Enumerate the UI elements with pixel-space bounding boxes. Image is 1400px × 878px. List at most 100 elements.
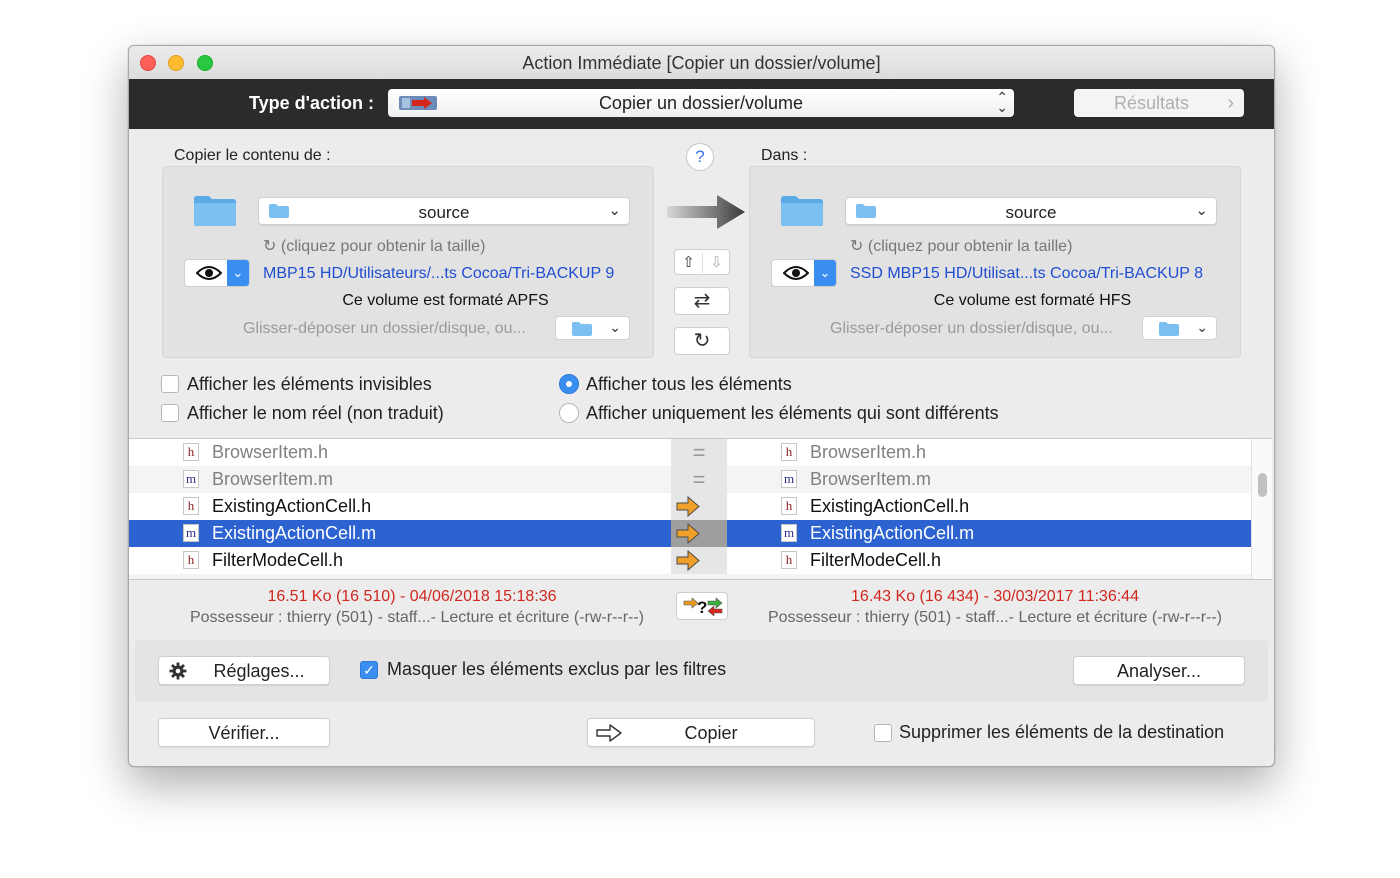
table-row[interactable] — [129, 574, 1251, 579]
destination-panel[interactable]: source ⌄ ↻ (cliquez pour obtenir la tail… — [749, 166, 1241, 358]
chevron-down-icon: ⌄ — [814, 260, 836, 286]
gear-icon — [169, 662, 187, 680]
file-type-icon: m — [183, 524, 199, 542]
destination-folder-popup[interactable]: source ⌄ — [845, 197, 1217, 225]
eye-icon — [783, 266, 809, 280]
copy-arrow-icon — [676, 523, 700, 544]
destination-reveal-button[interactable]: ⌄ — [771, 259, 837, 287]
destination-file-name: ExistingActionCell.h — [810, 496, 970, 516]
settings-label: Réglages... — [213, 661, 305, 681]
show-different-label: Afficher uniquement les éléments qui son… — [586, 403, 999, 423]
refresh-icon: ↻ — [850, 238, 864, 255]
file-type-icon: h — [781, 443, 797, 461]
hide-excluded-label: Masquer les éléments exclus par les filt… — [387, 659, 727, 679]
folder-icon — [194, 196, 236, 226]
source-heading: Copier le contenu de : — [174, 147, 331, 164]
show-all-label: Afficher tous les éléments — [586, 374, 792, 394]
verify-button[interactable]: Vérifier... — [158, 718, 330, 747]
comparison-status — [671, 547, 727, 574]
destination-file-size-date: 16.43 Ko (16 434) - 30/03/2017 11:36:44 — [851, 588, 1139, 605]
file-type-icon: h — [781, 497, 797, 515]
refresh-icon: ↻ — [263, 238, 277, 255]
copy-direction-arrow-icon — [667, 195, 745, 229]
source-file-size-date: 16.51 Ko (16 510) - 04/06/2018 15:18:36 — [267, 588, 557, 605]
source-file-name: FilterModeCell.h — [212, 550, 344, 570]
chevron-down-icon: ⌄ — [608, 202, 621, 219]
folder-icon — [781, 196, 823, 226]
source-path[interactable]: MBP15 HD/Utilisateurs/...ts Cocoa/Tri-BA… — [263, 265, 614, 283]
source-file-name: BrowserItem.h — [212, 442, 329, 462]
show-real-name-checkbox[interactable] — [161, 404, 179, 422]
source-folder-popup[interactable]: source ⌄ — [258, 197, 630, 225]
destination-size-hint: (cliquez pour obtenir la taille) — [867, 238, 1073, 255]
source-file-name: ExistingActionCell.m — [212, 523, 377, 543]
show-different-radio[interactable] — [559, 403, 579, 423]
hide-excluded-checkbox[interactable]: ✓ — [360, 661, 378, 679]
verify-label: Vérifier... — [208, 723, 280, 743]
chevron-down-icon: ⌄ — [609, 319, 621, 335]
help-button[interactable]: ? — [686, 143, 714, 171]
arrow-up-icon[interactable]: ⇧ — [675, 253, 702, 271]
swap-arrows-icon: ⇄ — [693, 290, 711, 312]
source-reveal-button[interactable]: ⌄ — [184, 259, 250, 287]
eye-icon — [196, 266, 222, 280]
results-button[interactable]: Résultats › — [1074, 89, 1244, 117]
destination-choose-folder-popup[interactable]: ⌄ — [1142, 316, 1217, 340]
source-folder-name: source — [418, 203, 470, 222]
chevron-down-icon: ⌄ — [1195, 202, 1208, 219]
analyze-button[interactable]: Analyser... — [1073, 656, 1245, 685]
source-size-hint: (cliquez pour obtenir la taille) — [280, 238, 486, 255]
move-up-down-group: ⇧ ⇩ — [674, 249, 730, 275]
show-real-name-label: Afficher le nom réel (non traduit) — [187, 403, 444, 423]
source-drop-hint: Glisser-déposer un dossier/disque, ou... — [243, 320, 526, 337]
file-comparison-list[interactable]: h BrowserItem.h = h BrowserItem.h m BrowserIte… — [129, 438, 1272, 580]
source-panel[interactable]: source ⌄ ↻ (cliquez pour obtenir la tail… — [162, 166, 654, 358]
file-type-icon: m — [183, 470, 199, 488]
show-invisible-checkbox[interactable] — [161, 375, 179, 393]
destination-heading: Dans : — [761, 147, 808, 164]
table-row[interactable]: h ExistingActionCell.h h ExistingActionCell… — [129, 493, 1251, 520]
analyze-label: Analyser... — [1116, 661, 1202, 681]
equal-icon: = — [692, 440, 706, 465]
file-type-icon: h — [183, 551, 199, 569]
folder-icon — [1159, 322, 1179, 336]
table-row[interactable]: m ExistingActionCell.m m ExistingActionCell… — [129, 520, 1251, 547]
window-title: Action Immédiate [Copier un dossier/volu… — [522, 53, 881, 73]
action-type-select[interactable]: Copier un dossier/volume ⌃ ⌄ — [388, 89, 1014, 117]
table-row[interactable]: m BrowserItem.m = m BrowserItem.m — [129, 466, 1251, 493]
copy-button[interactable]: Copier — [587, 718, 815, 747]
comparison-status: = — [671, 439, 727, 466]
show-invisible-label: Afficher les éléments invisibles — [187, 374, 432, 394]
table-row[interactable]: h FilterModeCell.h h FilterModeCell.h — [129, 547, 1251, 574]
source-size[interactable]: ↻ (cliquez pour obtenir la taille) — [263, 236, 485, 256]
results-label: Résultats — [1113, 93, 1190, 113]
destination-path[interactable]: SSD MBP15 HD/Utilisat...ts Cocoa/Tri-BAC… — [850, 265, 1203, 283]
destination-drop-hint: Glisser-déposer un dossier/disque, ou... — [830, 320, 1113, 337]
comparison-status: = — [671, 466, 727, 493]
refresh-button[interactable]: ↻ — [674, 327, 730, 355]
svg-text:?: ? — [697, 598, 707, 616]
settings-button[interactable]: Réglages... — [158, 656, 330, 685]
delete-destination-checkbox[interactable] — [874, 724, 892, 742]
destination-file-owner: Possesseur : thierry (501) - staff...- L… — [767, 609, 1222, 626]
show-all-radio[interactable] — [559, 374, 579, 394]
title-bar: Action Immédiate [Copier un dossier/volu… — [129, 46, 1274, 80]
destination-file-name: FilterModeCell.h — [810, 550, 942, 570]
source-file-owner: Possesseur : thierry (501) - staff...- L… — [189, 609, 644, 626]
destination-file-name: BrowserItem.m — [810, 469, 932, 489]
destination-folder-name: source — [1005, 203, 1057, 222]
source-choose-folder-popup[interactable]: ⌄ — [555, 316, 630, 340]
destination-size[interactable]: ↻ (cliquez pour obtenir la taille) — [850, 236, 1072, 256]
swap-button[interactable]: ⇄ — [674, 287, 730, 315]
chevron-down-icon: ⌄ — [1196, 319, 1208, 335]
source-file-name: BrowserItem.m — [212, 469, 334, 489]
copy-arrow-icon — [676, 550, 700, 571]
list-scrollbar[interactable] — [1251, 439, 1272, 579]
arrow-down-icon[interactable]: ⇩ — [703, 253, 730, 271]
action-type-bar: Type d'action : Copier un dossier/volume… — [129, 79, 1274, 129]
scrollbar-thumb[interactable] — [1258, 473, 1267, 497]
source-format: Ce volume est formaté APFS — [342, 292, 549, 309]
action-type-value: Copier un dossier/volume — [598, 93, 804, 113]
table-row[interactable]: h BrowserItem.h = h BrowserItem.h — [129, 439, 1251, 466]
file-type-icon: m — [781, 524, 797, 542]
